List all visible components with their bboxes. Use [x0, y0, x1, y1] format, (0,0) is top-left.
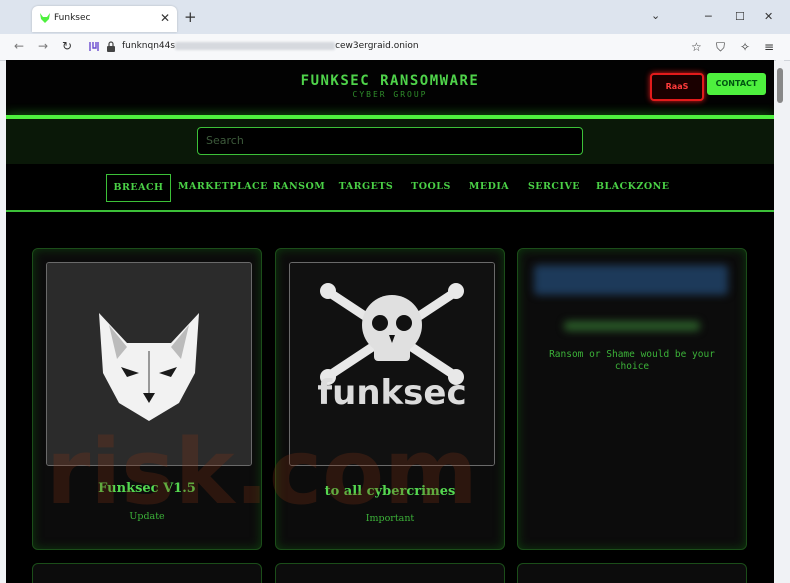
menu-item-media[interactable]: MEDIA: [466, 174, 512, 200]
menu-item-marketplace[interactable]: MARKETPLACE: [178, 174, 267, 200]
extension-icon[interactable]: ✧: [740, 40, 750, 54]
post-card[interactable]: [517, 563, 747, 583]
card-image[interactable]: funksec: [289, 262, 495, 466]
url-prefix: funknqn44s: [122, 41, 176, 51]
card-subtitle: Important: [365, 513, 415, 524]
bookmark-star-icon[interactable]: ☆: [691, 40, 702, 54]
back-button[interactable]: ←: [14, 39, 24, 53]
reload-button[interactable]: ↻: [62, 39, 72, 53]
maximize-button[interactable]: ☐: [735, 10, 745, 23]
chevron-down-icon[interactable]: ⌄: [651, 9, 660, 22]
lock-icon[interactable]: [106, 41, 116, 52]
blurred-image: [534, 265, 728, 295]
card-title[interactable]: to all cybercrimes: [276, 484, 504, 499]
post-card[interactable]: Ransom or Shame would be your choice: [517, 248, 747, 550]
menu-item-ransom[interactable]: RANSOM: [272, 174, 326, 200]
url-text[interactable]: funknqn44s cew3ergraid.onion: [122, 41, 419, 51]
wolf-logo-icon: [47, 263, 251, 465]
tab-bar: Funksec ✕ + ⌄ ─ ☐ ✕: [0, 0, 790, 34]
funksec-logo-text: funksec: [317, 373, 467, 413]
web-page: FUNKSEC RANSOMWARE CYBER GROUP RaaS CONT…: [6, 60, 774, 583]
shield-icon[interactable]: ⛉: [716, 40, 725, 55]
blurred-title: [564, 321, 700, 331]
post-card[interactable]: [32, 563, 262, 583]
new-tab-button[interactable]: +: [184, 8, 197, 26]
close-window-button[interactable]: ✕: [764, 10, 773, 23]
browser-tab[interactable]: Funksec ✕: [32, 6, 177, 32]
tab-title: Funksec: [54, 13, 91, 23]
card-image[interactable]: [46, 262, 252, 466]
menu-item-sercive[interactable]: SERCIVE: [524, 174, 584, 200]
card-title[interactable]: Funksec V1.5: [33, 481, 261, 496]
fox-favicon-icon: [40, 13, 50, 23]
scrollbar[interactable]: [776, 60, 784, 583]
navigation-bar: ← → ↻ funknqn44s cew3ergraid.onion ☆ ⛉ ✧ …: [0, 34, 790, 61]
menu-icon[interactable]: ≡: [764, 40, 774, 54]
menu-item-tools[interactable]: TOOLS: [408, 174, 454, 200]
post-card[interactable]: funksec to all cybercrimes Important: [275, 248, 505, 550]
main-menu: BREACH MARKETPLACE RANSOM TARGETS TOOLS …: [6, 170, 774, 212]
minimize-button[interactable]: ─: [705, 10, 712, 23]
menu-item-blackzone[interactable]: BLACKZONE: [596, 174, 669, 200]
url-suffix: cew3ergraid.onion: [335, 41, 419, 51]
raas-button[interactable]: RaaS: [650, 73, 704, 101]
menu-item-breach[interactable]: BREACH: [106, 174, 171, 202]
post-card[interactable]: [275, 563, 505, 583]
card-subtitle: Update: [129, 511, 165, 522]
search-input[interactable]: Search: [197, 127, 583, 155]
post-card[interactable]: Funksec V1.5 Update: [32, 248, 262, 550]
search-placeholder: Search: [206, 134, 244, 147]
card-text: Ransom or Shame would be your choice: [549, 349, 715, 372]
skull-crossbones-icon: [290, 263, 494, 465]
browser-window: Funksec ✕ + ⌄ ─ ☐ ✕ ← → ↻ funknqn44s cew3…: [0, 0, 790, 583]
menu-item-targets[interactable]: TARGETS: [338, 174, 394, 200]
search-section: Search: [6, 119, 774, 164]
contact-button[interactable]: CONTACT: [707, 73, 766, 95]
forward-button[interactable]: →: [38, 39, 48, 53]
onion-circuit-icon[interactable]: [88, 41, 100, 52]
tab-close-icon[interactable]: ✕: [160, 11, 170, 25]
site-header: FUNKSEC RANSOMWARE CYBER GROUP RaaS CONT…: [6, 60, 774, 116]
address-bar[interactable]: funknqn44s cew3ergraid.onion: [84, 36, 684, 57]
url-redacted: [175, 41, 336, 50]
scrollbar-thumb[interactable]: [777, 68, 783, 103]
